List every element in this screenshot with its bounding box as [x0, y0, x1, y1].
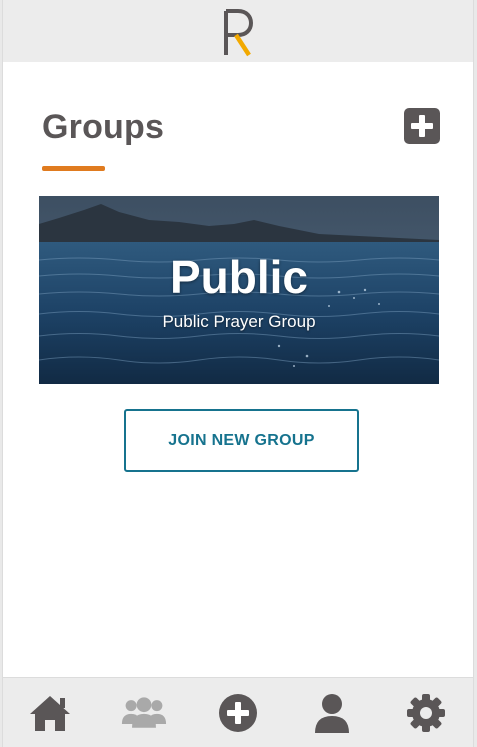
- bottom-nav: [3, 677, 473, 747]
- add-group-button[interactable]: [404, 108, 440, 144]
- title-underline: [42, 166, 105, 171]
- gear-icon: [407, 693, 445, 732]
- title-row: Groups: [3, 100, 473, 171]
- nav-settings[interactable]: [398, 685, 454, 741]
- join-new-group-button[interactable]: JOIN NEW GROUP: [124, 409, 359, 472]
- nav-home[interactable]: [22, 685, 78, 741]
- users-icon: [121, 696, 167, 728]
- top-bar: [3, 0, 473, 62]
- group-name: Public: [169, 251, 309, 303]
- group-card-text: Public Public Prayer Group: [39, 196, 439, 384]
- plus-circle-icon: [219, 693, 257, 732]
- nav-profile[interactable]: [304, 685, 360, 741]
- user-icon: [315, 693, 349, 733]
- nav-groups[interactable]: [116, 685, 172, 741]
- home-icon: [30, 695, 70, 731]
- plus-square-icon: [411, 115, 433, 137]
- group-description: Public Prayer Group: [162, 312, 316, 331]
- app-screen: Groups Public Public Prayer Group JOIN N…: [2, 0, 474, 747]
- group-card-public[interactable]: Public Public Prayer Group: [39, 196, 439, 384]
- page-title: Groups: [42, 108, 165, 146]
- app-logo-icon: [224, 9, 254, 57]
- nav-add[interactable]: [210, 685, 266, 741]
